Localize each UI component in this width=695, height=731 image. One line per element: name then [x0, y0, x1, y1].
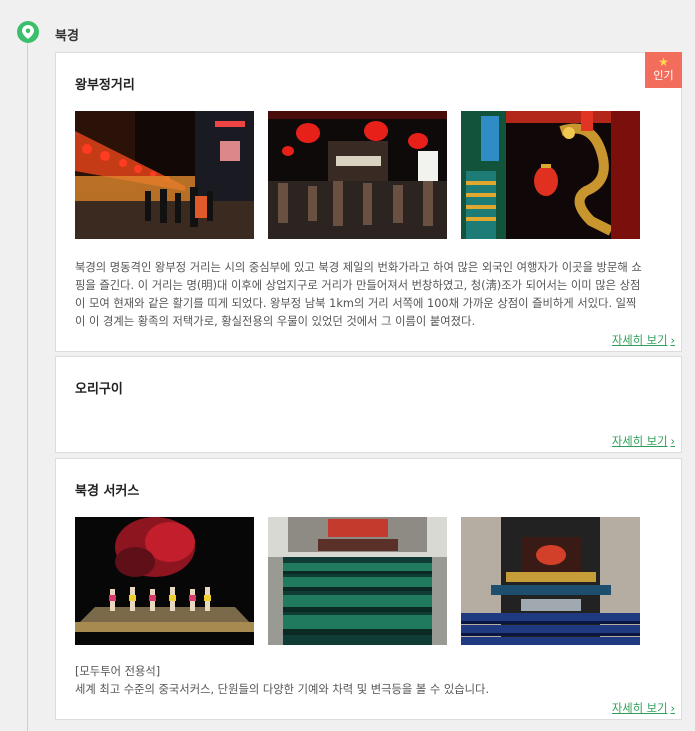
attraction-card-beijing-circus: 북경 서커스 [모두투어 전용석] 세계 최고 수준의 중국서커스, 단원들의 …	[55, 458, 682, 720]
theater-green-seats-photo[interactable]	[268, 517, 447, 645]
view-more-link[interactable]: 자세히 보기 ›	[612, 433, 675, 449]
crowded-street-lanterns-photo[interactable]	[268, 111, 447, 239]
card-description: 북경의 명동격인 왕부정 거리는 시의 중심부에 있고 북경 제일의 번화가라고…	[75, 261, 642, 328]
theater-blue-seats-photo[interactable]	[461, 517, 640, 645]
chevron-right-icon: ›	[670, 334, 675, 347]
view-more-link[interactable]: 자세히 보기 ›	[612, 332, 675, 348]
city-title: 북경	[55, 29, 79, 44]
card-description: [모두투어 전용석] 세계 최고 수준의 중국서커스, 단원들의 다양한 기예와…	[75, 665, 490, 696]
attraction-card-wangfujing: 왕부정거리 ★ 인기 북경의 명동격인 왕부정 거리는 시의 중심부에 있고 북…	[55, 52, 682, 352]
photo-gallery	[75, 517, 640, 645]
timeline-line	[27, 40, 28, 731]
photo-gallery	[75, 111, 640, 239]
card-title: 오리구이	[75, 382, 123, 397]
popular-badge: ★ 인기	[645, 52, 682, 88]
card-title: 왕부정거리	[75, 78, 135, 93]
view-more-link[interactable]: 자세히 보기 ›	[612, 700, 675, 716]
dragon-lantern-decoration-photo[interactable]	[461, 111, 640, 239]
card-title: 북경 서커스	[75, 484, 140, 499]
chevron-right-icon: ›	[670, 702, 675, 715]
attraction-card-roast-duck: 오리구이 자세히 보기 ›	[55, 356, 682, 453]
chevron-right-icon: ›	[670, 435, 675, 448]
night-market-street-photo[interactable]	[75, 111, 254, 239]
circus-stage-performers-photo[interactable]	[75, 517, 254, 645]
location-pin-icon	[17, 21, 39, 43]
star-icon: ★	[658, 55, 669, 69]
